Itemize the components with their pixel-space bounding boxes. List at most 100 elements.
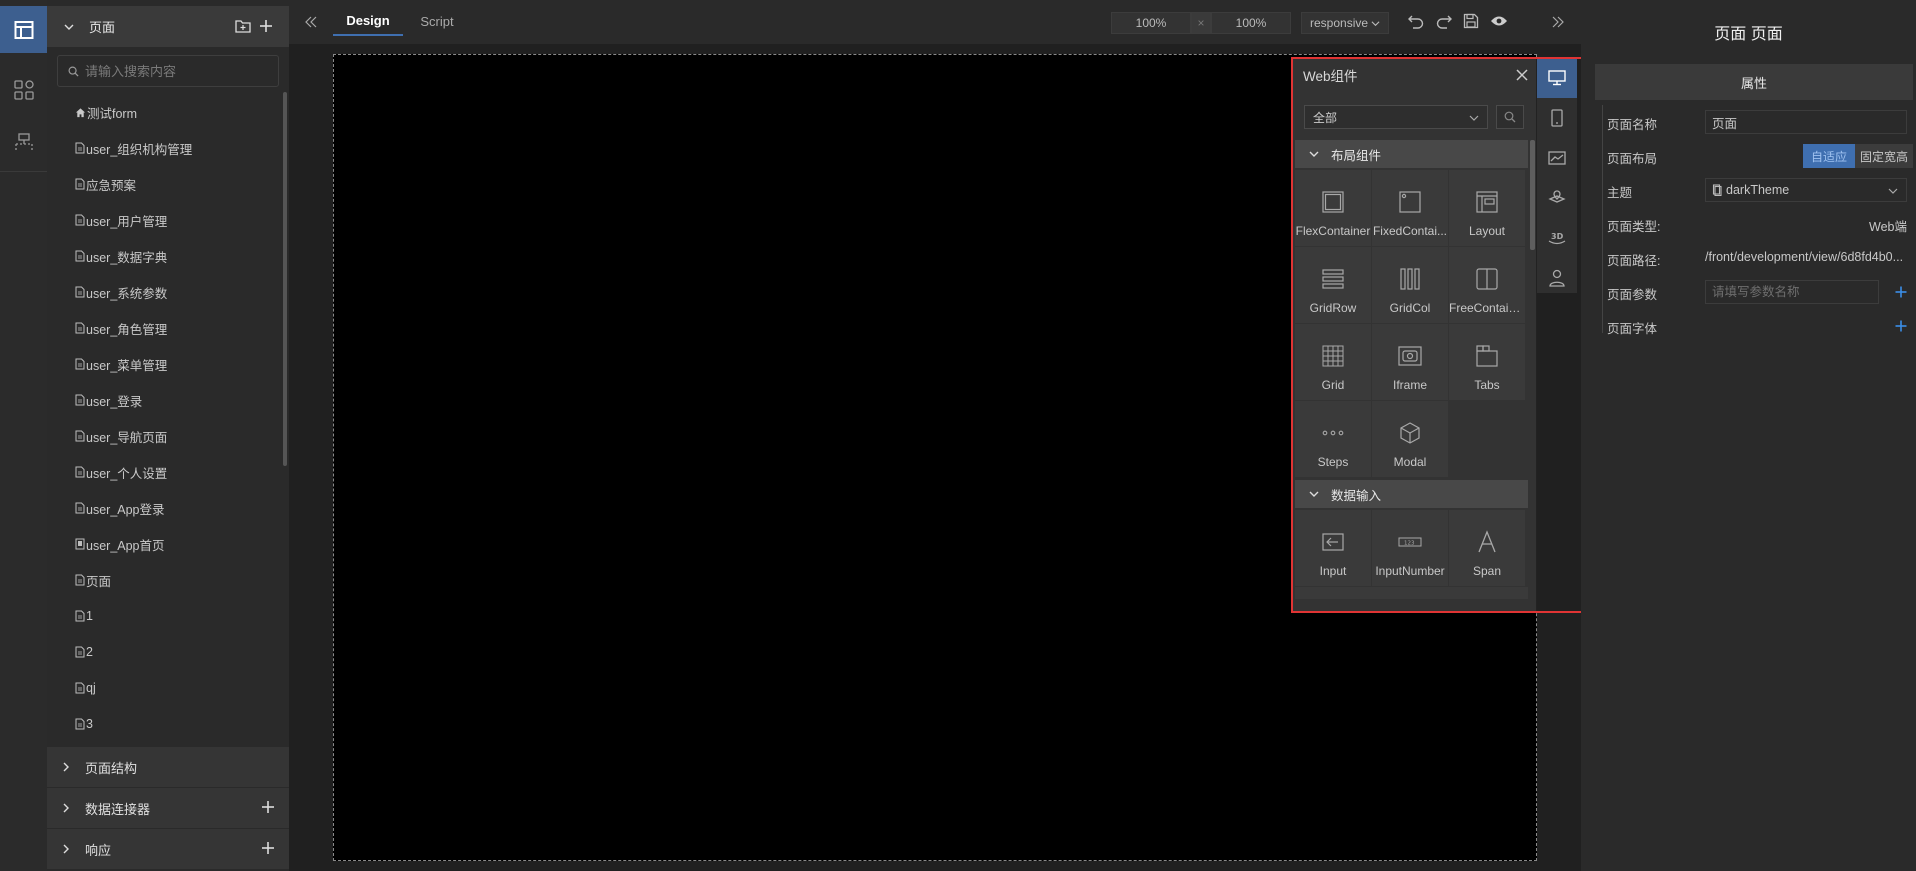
page-icon <box>75 394 86 406</box>
page-list-scrollbar[interactable] <box>283 92 287 466</box>
page-icon <box>75 502 86 514</box>
page-list-item[interactable]: user_登录 <box>47 382 283 418</box>
page-list-item[interactable]: 测试form <box>47 94 283 130</box>
component-category-header[interactable]: 布局组件 <box>1295 140 1528 168</box>
save-icon[interactable] <box>1463 13 1479 29</box>
page-icon <box>75 718 86 730</box>
page-search-box[interactable] <box>57 55 279 87</box>
page-list-item[interactable]: 页面 <box>47 562 283 598</box>
page-label: 测试form <box>87 106 138 121</box>
section-responses[interactable]: 响应 <box>47 829 289 869</box>
component-tile[interactable]: Layout <box>1449 170 1525 246</box>
tab-script[interactable]: Script <box>407 6 467 36</box>
add-connector-icon[interactable] <box>261 800 275 814</box>
collapse-left-icon[interactable] <box>305 16 317 28</box>
map-icon[interactable] <box>1537 178 1577 218</box>
page-list-item[interactable]: user_个人设置 <box>47 454 283 490</box>
layout-adaptive-button[interactable]: 自适应 <box>1803 144 1855 168</box>
chart-icon[interactable] <box>1537 138 1577 178</box>
component-filter-select[interactable]: 全部 <box>1304 105 1488 129</box>
add-page-icon[interactable] <box>259 19 273 33</box>
component-tile[interactable]: Input <box>1295 510 1371 586</box>
component-tile[interactable]: Iframe <box>1372 324 1448 400</box>
section-page-structure[interactable]: 页面结构 <box>47 747 289 787</box>
component-tile[interactable]: FreeContainer <box>1449 247 1525 323</box>
add-font-icon[interactable] <box>1895 320 1907 332</box>
pages-nav-icon[interactable] <box>0 6 47 53</box>
component-tile[interactable]: Modal <box>1372 401 1448 477</box>
collapse-right-icon[interactable] <box>1552 16 1564 28</box>
add-param-icon[interactable] <box>1895 286 1907 298</box>
desktop-icon[interactable] <box>1537 58 1577 98</box>
component-tile[interactable]: Grid <box>1295 324 1371 400</box>
prop-page-params: 页面参数 <box>1597 278 1913 306</box>
page-list-item[interactable]: user_数据字典 <box>47 238 283 274</box>
theme-select[interactable]: darkTheme <box>1705 178 1907 202</box>
page-list-item[interactable]: user_系统参数 <box>47 274 283 310</box>
zoom-height-field[interactable]: 100% <box>1211 12 1291 34</box>
free-container-icon <box>1476 265 1498 293</box>
page-list-item[interactable]: 应急预案 <box>47 166 283 202</box>
page-label: 1 <box>86 609 93 623</box>
page-list-item[interactable]: user_菜单管理 <box>47 346 283 382</box>
layout-fixed-button[interactable]: 固定宽高 <box>1855 144 1913 168</box>
components-nav-icon[interactable] <box>0 66 47 113</box>
prop-label: 主题 <box>1607 186 1633 200</box>
component-tile[interactable]: 123 InputNumber <box>1372 510 1448 586</box>
page-label: user_用户管理 <box>86 214 168 229</box>
page-label: user_菜单管理 <box>86 358 168 373</box>
page-label: 2 <box>86 645 93 659</box>
component-tile[interactable]: FixedContai... <box>1372 170 1448 246</box>
page-list-item[interactable]: qj <box>47 670 283 706</box>
section-data-connectors[interactable]: 数据连接器 <box>47 788 289 828</box>
component-tile[interactable]: Span <box>1449 510 1525 586</box>
page-list-item[interactable]: user_角色管理 <box>47 310 283 346</box>
component-tile[interactable]: GridCol <box>1372 247 1448 323</box>
page-list-item[interactable]: user_导航页面 <box>47 418 283 454</box>
tab-design[interactable]: Design <box>333 6 403 36</box>
redo-icon[interactable] <box>1435 13 1453 29</box>
page-list-item[interactable]: 2 <box>47 634 283 670</box>
input-icon <box>1322 528 1344 556</box>
user-icon[interactable] <box>1537 258 1577 298</box>
new-folder-icon[interactable] <box>235 19 251 33</box>
page-name-field[interactable]: 页面 <box>1705 110 1907 134</box>
layout-icon <box>1476 188 1498 216</box>
page-list-item[interactable]: user_App登录 <box>47 490 283 526</box>
page-list-item[interactable]: 3 <box>47 706 283 742</box>
preview-eye-icon[interactable] <box>1490 15 1508 27</box>
category-label: 数据输入 <box>1331 488 1382 503</box>
components-panel-title: Web组件 <box>1303 69 1358 84</box>
components-scrollbar[interactable] <box>1530 140 1535 250</box>
page-list-item[interactable]: 1 <box>47 598 283 634</box>
component-tile[interactable]: Tabs <box>1449 324 1525 400</box>
svg-text:3D: 3D <box>1551 232 1564 241</box>
page-list-item[interactable]: user_App首页 <box>47 526 283 562</box>
param-name-field[interactable] <box>1705 280 1879 304</box>
nav-divider <box>0 171 47 172</box>
responsive-mode-select[interactable]: responsive <box>1301 12 1389 34</box>
mode-value: responsive <box>1310 16 1369 30</box>
close-icon[interactable] <box>1515 68 1529 82</box>
search-icon <box>68 66 79 77</box>
component-tile[interactable]: FlexContainer <box>1295 170 1371 246</box>
component-tile[interactable]: Steps <box>1295 401 1371 477</box>
page-label: user_数据字典 <box>86 250 168 265</box>
component-tile[interactable]: GridRow <box>1295 247 1371 323</box>
pages-section-header[interactable]: 页面 <box>47 6 289 47</box>
add-response-icon[interactable] <box>261 841 275 855</box>
component-search-button[interactable] <box>1496 105 1524 129</box>
span-icon <box>1477 528 1497 556</box>
prop-label: 页面名称 <box>1607 118 1658 132</box>
page-search-input[interactable] <box>85 63 265 79</box>
3d-icon[interactable]: 3D <box>1537 218 1577 258</box>
mobile-icon[interactable] <box>1537 98 1577 138</box>
page-list-item[interactable]: user_用户管理 <box>47 202 283 238</box>
structure-nav-icon[interactable] <box>0 119 47 166</box>
undo-icon[interactable] <box>1407 13 1425 29</box>
component-category-header[interactable]: 数据输入 <box>1295 480 1528 508</box>
component-label: FixedContai... <box>1372 224 1448 238</box>
page-list-item[interactable]: user_组织机构管理 <box>47 130 283 166</box>
zoom-width-field[interactable]: 100% <box>1111 12 1191 34</box>
param-name-input[interactable] <box>1712 285 1872 299</box>
